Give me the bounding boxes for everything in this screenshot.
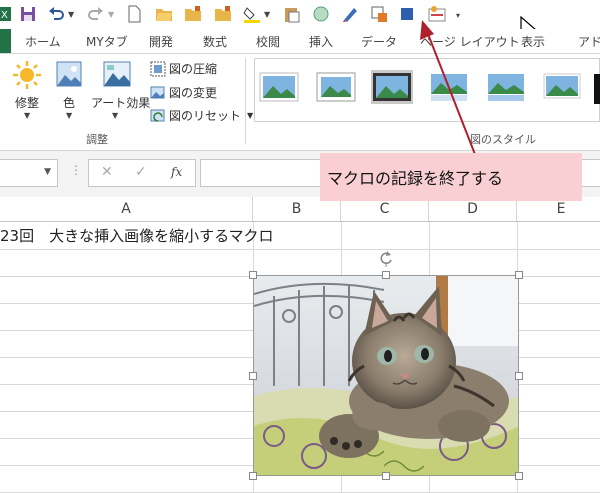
- picture-style-1[interactable]: [258, 70, 300, 104]
- formula-buttons: ✕ ✓ fx: [88, 159, 196, 187]
- resize-handle-top-right[interactable]: [515, 271, 523, 279]
- undo-dropdown-icon[interactable]: ▼: [68, 10, 74, 19]
- picture-style-5[interactable]: [485, 70, 527, 104]
- picture-style-2[interactable]: [315, 70, 357, 104]
- tab-review[interactable]: 校閲: [256, 33, 280, 50]
- reset-picture-icon: [150, 109, 165, 122]
- reset-picture-label: 図のリセット: [169, 109, 242, 123]
- tab-page-layout[interactable]: ページ レイアウト: [420, 33, 520, 50]
- svg-text:X: X: [1, 10, 8, 21]
- insert-function-button[interactable]: fx: [171, 165, 182, 179]
- enter-button[interactable]: ✓: [135, 164, 147, 180]
- resize-handle-left[interactable]: [249, 372, 257, 380]
- save-icon[interactable]: [18, 4, 38, 24]
- tab-view[interactable]: 表示: [521, 33, 545, 50]
- adjust-group-label: 調整: [86, 133, 108, 146]
- customize-icon[interactable]: ▾: [456, 11, 460, 20]
- name-box-dropdown-icon[interactable]: ▼: [44, 167, 51, 177]
- change-picture-label: 図の変更: [169, 86, 218, 100]
- resize-handle-bottom[interactable]: [382, 472, 390, 480]
- group-separator: [245, 58, 246, 144]
- ribbon-tabs: ホーム MYタブ 開発 数式 校閲 挿入 データ ページ レイアウト 表示 アド…: [0, 29, 600, 53]
- tab-formulas[interactable]: 数式: [203, 33, 227, 50]
- fill-dropdown-icon[interactable]: ▼: [264, 10, 270, 19]
- tab-developer[interactable]: 開発: [149, 33, 173, 50]
- color-button[interactable]: 色: [63, 94, 75, 111]
- open-folder-icon[interactable]: [154, 4, 174, 24]
- folder-icon[interactable]: [183, 4, 203, 24]
- paste-icon[interactable]: [282, 4, 302, 24]
- rotate-handle-icon[interactable]: [378, 249, 394, 267]
- picture-style-3[interactable]: [371, 70, 413, 104]
- redo-dropdown-icon[interactable]: ▼: [108, 10, 114, 19]
- tab-home[interactable]: ホーム: [25, 33, 61, 50]
- change-picture-button[interactable]: 図の変更: [150, 84, 217, 101]
- resize-handle-top[interactable]: [382, 271, 390, 279]
- art-effects-icon[interactable]: [103, 61, 131, 87]
- tab-my-tab[interactable]: MYタブ: [86, 33, 128, 50]
- inserted-picture[interactable]: [253, 275, 519, 476]
- corrections-button[interactable]: 修整: [15, 94, 39, 111]
- ribbon-body: 修整 ▼ 色 ▼ アート効果 ▼ 図の圧縮 図の変更 図のリセット ▼ 調整 図…: [0, 53, 600, 151]
- resize-handle-top-left[interactable]: [249, 271, 257, 279]
- folder-icon[interactable]: [213, 4, 233, 24]
- picture-style-4[interactable]: [428, 70, 470, 104]
- gallery-icon[interactable]: [427, 4, 447, 24]
- reset-picture-button[interactable]: 図のリセット ▼: [150, 107, 253, 124]
- cat-photo-image: [254, 276, 518, 475]
- cancel-button[interactable]: ✕: [101, 164, 113, 180]
- picture-style-6[interactable]: [541, 70, 583, 104]
- color-icon[interactable]: [56, 61, 82, 87]
- resize-handle-bottom-left[interactable]: [249, 472, 257, 480]
- change-picture-icon: [150, 86, 165, 98]
- column-header-a[interactable]: A: [0, 197, 253, 221]
- fill-color-icon[interactable]: [242, 4, 262, 24]
- stop-recording-icon[interactable]: [397, 4, 417, 24]
- corrections-dropdown-icon[interactable]: ▼: [24, 111, 30, 120]
- picture-style-7[interactable]: [594, 74, 600, 104]
- formula-bar-grip-icon[interactable]: ⋮: [70, 163, 82, 177]
- row-line: [0, 249, 600, 250]
- resize-handle-bottom-right[interactable]: [515, 472, 523, 480]
- reset-dropdown-icon[interactable]: ▼: [247, 111, 253, 120]
- tab-data[interactable]: データ: [361, 33, 397, 50]
- circle-icon[interactable]: [311, 4, 331, 24]
- export-icon[interactable]: [369, 4, 389, 24]
- compress-label: 図の圧縮: [169, 62, 218, 76]
- art-effects-button[interactable]: アート効果: [91, 94, 150, 111]
- sun-icon[interactable]: [12, 60, 42, 90]
- cell-a1[interactable]: 23回 大きな挿入画像を縮小するマクロ: [0, 225, 274, 246]
- undo-icon[interactable]: [46, 4, 66, 24]
- quick-access-toolbar: X ▼ ▼ ▼ ▾: [0, 0, 600, 41]
- pen-icon[interactable]: [340, 4, 360, 24]
- compress-pictures-button[interactable]: 図の圧縮: [150, 60, 217, 77]
- redo-icon[interactable]: [86, 4, 106, 24]
- picture-styles-group-label: 図のスタイル: [470, 133, 536, 146]
- resize-handle-right[interactable]: [515, 372, 523, 380]
- callout-box: マクロの記録を終了する: [320, 153, 582, 201]
- color-dropdown-icon[interactable]: ▼: [66, 111, 72, 120]
- file-tab[interactable]: [0, 29, 11, 53]
- art-effects-dropdown-icon[interactable]: ▼: [112, 111, 118, 120]
- name-box[interactable]: ▼: [0, 159, 58, 187]
- tab-addins[interactable]: アドイ: [578, 33, 600, 50]
- tab-insert[interactable]: 挿入: [309, 33, 333, 50]
- new-file-icon[interactable]: [124, 4, 144, 24]
- compress-icon: [150, 61, 166, 76]
- excel-icon[interactable]: X: [0, 4, 18, 24]
